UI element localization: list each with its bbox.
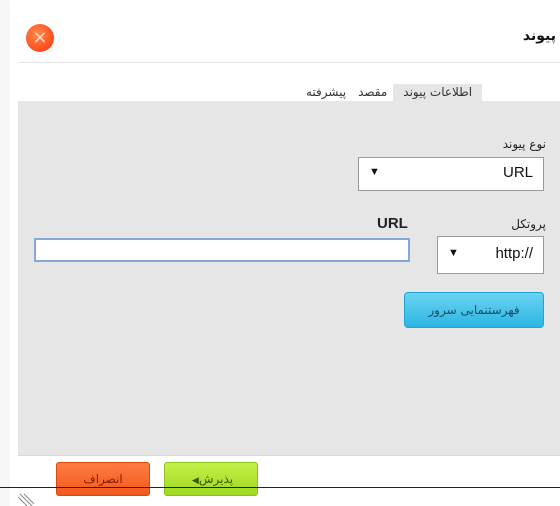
- triangle-down-icon: ▼: [448, 247, 459, 259]
- protocol-label: پروتکل: [511, 217, 546, 231]
- link-type-select[interactable]: ▼ URL: [358, 157, 544, 191]
- link-dialog: × پیوند اطلاعات پیوند مقصد پیشرفته نوع پ…: [0, 0, 560, 506]
- close-button[interactable]: ×: [26, 24, 54, 52]
- link-info-panel: نوع پیوند ▼ URL پروتکل URL ▼ http:// فهر…: [18, 101, 560, 455]
- tab-link-info[interactable]: اطلاعات پیوند: [393, 84, 483, 101]
- tab-target[interactable]: مقصد: [352, 84, 393, 101]
- close-icon: ×: [32, 27, 48, 48]
- dialog-left-edge: [0, 0, 10, 506]
- dialog-title: پیوند: [522, 28, 556, 44]
- bottom-rule: [0, 487, 560, 488]
- protocol-select[interactable]: ▼ http://: [437, 236, 544, 274]
- ok-button[interactable]: پذیرش◀: [164, 462, 258, 496]
- link-type-value: URL: [502, 164, 533, 181]
- link-type-label: نوع پیوند: [502, 137, 546, 151]
- tab-advanced[interactable]: پیشرفته: [300, 84, 352, 101]
- browse-server-button[interactable]: فهرستنمایی سرور: [404, 292, 544, 328]
- url-label: URL: [377, 215, 408, 232]
- cancel-button[interactable]: انصراف: [56, 462, 150, 496]
- tab-bar: اطلاعات پیوند مقصد پیشرفته: [300, 84, 483, 101]
- title-bar: × پیوند: [18, 18, 560, 63]
- url-input[interactable]: [34, 238, 410, 262]
- protocol-value: http://: [495, 245, 533, 262]
- footer-divider: [18, 455, 560, 456]
- triangle-left-icon: ◀: [191, 476, 199, 486]
- resize-grip-icon[interactable]: [18, 492, 34, 506]
- triangle-down-icon: ▼: [369, 166, 380, 178]
- ok-button-label: پذیرش: [198, 472, 234, 486]
